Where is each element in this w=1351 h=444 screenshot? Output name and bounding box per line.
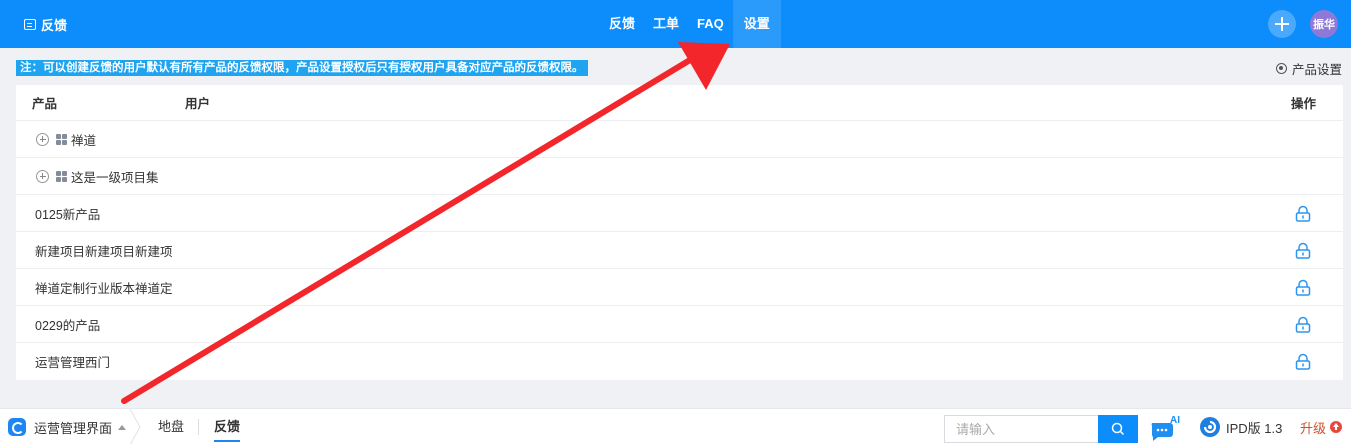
bottom-bar: 运营管理界面 地盘 反馈 AI IPD版 1.3 升级 <box>0 408 1351 444</box>
table-row: 0229的产品 <box>16 306 1343 343</box>
upgrade-button[interactable]: 升级 <box>1300 409 1343 444</box>
table-header: 产品 用户 操作 <box>16 85 1343 121</box>
nav-feedback[interactable]: 反馈 <box>600 0 644 48</box>
lock-icon[interactable] <box>1295 316 1311 333</box>
nav-settings[interactable]: 设置 <box>732 0 781 48</box>
ai-assistant-button[interactable]: AI <box>1150 415 1182 443</box>
app-switcher[interactable]: 运营管理界面 <box>8 409 127 444</box>
feedback-icon <box>24 18 36 30</box>
divider <box>198 419 199 435</box>
lock-icon[interactable] <box>1295 353 1311 370</box>
separator-icon <box>129 409 141 444</box>
app-name: 运营管理界面 <box>34 420 113 436</box>
product-settings-label: 产品设置 <box>1291 62 1342 77</box>
permission-notice: 注：可以创建反馈的用户默认有所有产品的反馈权限，产品设置授权后只有授权用户具备对… <box>16 60 588 76</box>
search-button[interactable] <box>1098 415 1138 443</box>
brand[interactable]: 反馈 <box>24 0 67 48</box>
table-row: 新建项目新建项目新建项 <box>16 232 1343 269</box>
product-name: 新建项目新建项目新建项 <box>35 244 173 259</box>
program-icon <box>56 170 67 182</box>
product-name: 0229的产品 <box>35 318 101 333</box>
add-button[interactable] <box>1268 10 1296 38</box>
table-row-group: 这是一级项目集 <box>16 158 1343 195</box>
brand-title: 反馈 <box>41 17 68 33</box>
program-icon <box>56 133 67 145</box>
header-product: 产品 <box>32 97 58 111</box>
version-label: IPD版 1.3 <box>1226 420 1283 436</box>
tab-feedback[interactable]: 反馈 <box>214 409 241 444</box>
search-icon <box>1111 422 1125 436</box>
table-row: 0125新产品 <box>16 195 1343 232</box>
nav-faq[interactable]: FAQ <box>688 0 733 48</box>
table-row: 运营管理西门 <box>16 343 1343 380</box>
product-table: 产品 用户 操作 禅道 这是一级项目集 0125新产品 新建项目新建项目新建项 … <box>16 85 1343 380</box>
top-bar: 反馈 反馈 工单 FAQ 设置 振华 <box>0 0 1351 48</box>
app-logo-icon <box>8 418 26 436</box>
group-name: 这是一级项目集 <box>71 170 159 185</box>
header-action: 操作 <box>1291 97 1317 111</box>
table-row: 禅道定制行业版本禅道定 <box>16 269 1343 306</box>
expand-icon[interactable] <box>36 169 49 183</box>
version-info[interactable]: IPD版 1.3 <box>1199 409 1282 444</box>
caret-up-icon <box>118 424 127 430</box>
ipd-logo-icon <box>1200 417 1220 437</box>
avatar[interactable]: 振华 <box>1310 10 1338 38</box>
product-settings-button[interactable]: 产品设置 <box>1275 58 1342 78</box>
main-nav: 反馈 工单 FAQ 设置 <box>600 0 781 48</box>
search-input[interactable] <box>944 415 1099 443</box>
group-name: 禅道 <box>71 133 97 148</box>
lock-icon[interactable] <box>1295 205 1311 222</box>
product-name: 禅道定制行业版本禅道定 <box>35 281 173 296</box>
tab-dashboard[interactable]: 地盘 <box>158 409 184 444</box>
lock-icon[interactable] <box>1295 242 1311 259</box>
product-name: 0125新产品 <box>35 207 101 222</box>
header-user: 用户 <box>185 97 211 111</box>
lock-icon[interactable] <box>1295 279 1311 296</box>
upgrade-label: 升级 <box>1300 420 1327 436</box>
arrow-head <box>678 42 730 90</box>
expand-icon[interactable] <box>36 132 49 146</box>
product-name: 运营管理西门 <box>35 356 111 370</box>
nav-ticket[interactable]: 工单 <box>644 0 688 48</box>
gear-icon <box>1275 62 1287 74</box>
upgrade-arrow-icon <box>1330 421 1343 433</box>
table-row-group: 禅道 <box>16 121 1343 158</box>
ai-label: AI <box>1170 415 1180 426</box>
